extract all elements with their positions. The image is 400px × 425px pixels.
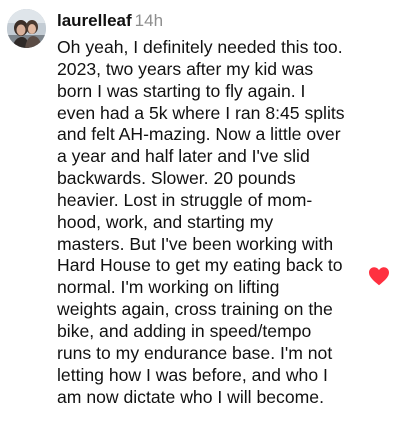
comment: laurelleaf 14h Oh yeah, I definitely need…	[0, 0, 400, 425]
comment-text-line: and felt AH-mazing. Now a little over	[57, 124, 341, 145]
comment-text-line: am now dictate who I will become.	[57, 386, 324, 407]
comment-text-line: bike, and adding in speed/tempo	[57, 320, 312, 341]
comment-text-line: backwards. Slower. 20 pounds	[57, 168, 296, 189]
comment-text-line: masters. But I've been working with	[57, 233, 334, 254]
comment-text-line: letting how I was before, and who I	[57, 364, 328, 385]
comment-content: laurelleaf 14h Oh yeah, I definitely need…	[57, 10, 357, 408]
comment-text-line: Hard House to get my eating back to	[57, 255, 343, 276]
avatar[interactable]	[7, 9, 46, 48]
comment-text-line: even had a 5k where I ran 8:45 splits	[57, 102, 345, 123]
comment-text-line: heavier. Lost in struggle of mom-	[57, 189, 313, 210]
comment-text-line: 2023, two years after my kid was	[57, 58, 314, 79]
comment-text-line: runs to my endurance base. I'm not	[57, 342, 333, 363]
timestamp[interactable]: 14h	[135, 11, 163, 30]
username[interactable]: laurelleaf	[57, 11, 132, 30]
comment-text-line: a year and half later and I've slid	[57, 146, 310, 167]
comment-text: Oh yeah, I definitely needed this too. 2…	[57, 37, 357, 408]
comment-text-line: weights again, cross training on the	[57, 299, 333, 320]
comment-text-line: normal. I'm working on lifting	[57, 277, 280, 298]
comment-text-line: hood, work, and starting my	[57, 211, 274, 232]
comment-text-line: Oh yeah, I definitely needed this too.	[57, 37, 343, 57]
comment-header: laurelleaf 14h	[57, 10, 357, 32]
profile-photo-icon	[7, 9, 46, 48]
heart-filled-icon	[369, 267, 389, 286]
comment-text-line: born I was starting to fly again. I	[57, 80, 306, 101]
like-button[interactable]	[368, 266, 390, 286]
